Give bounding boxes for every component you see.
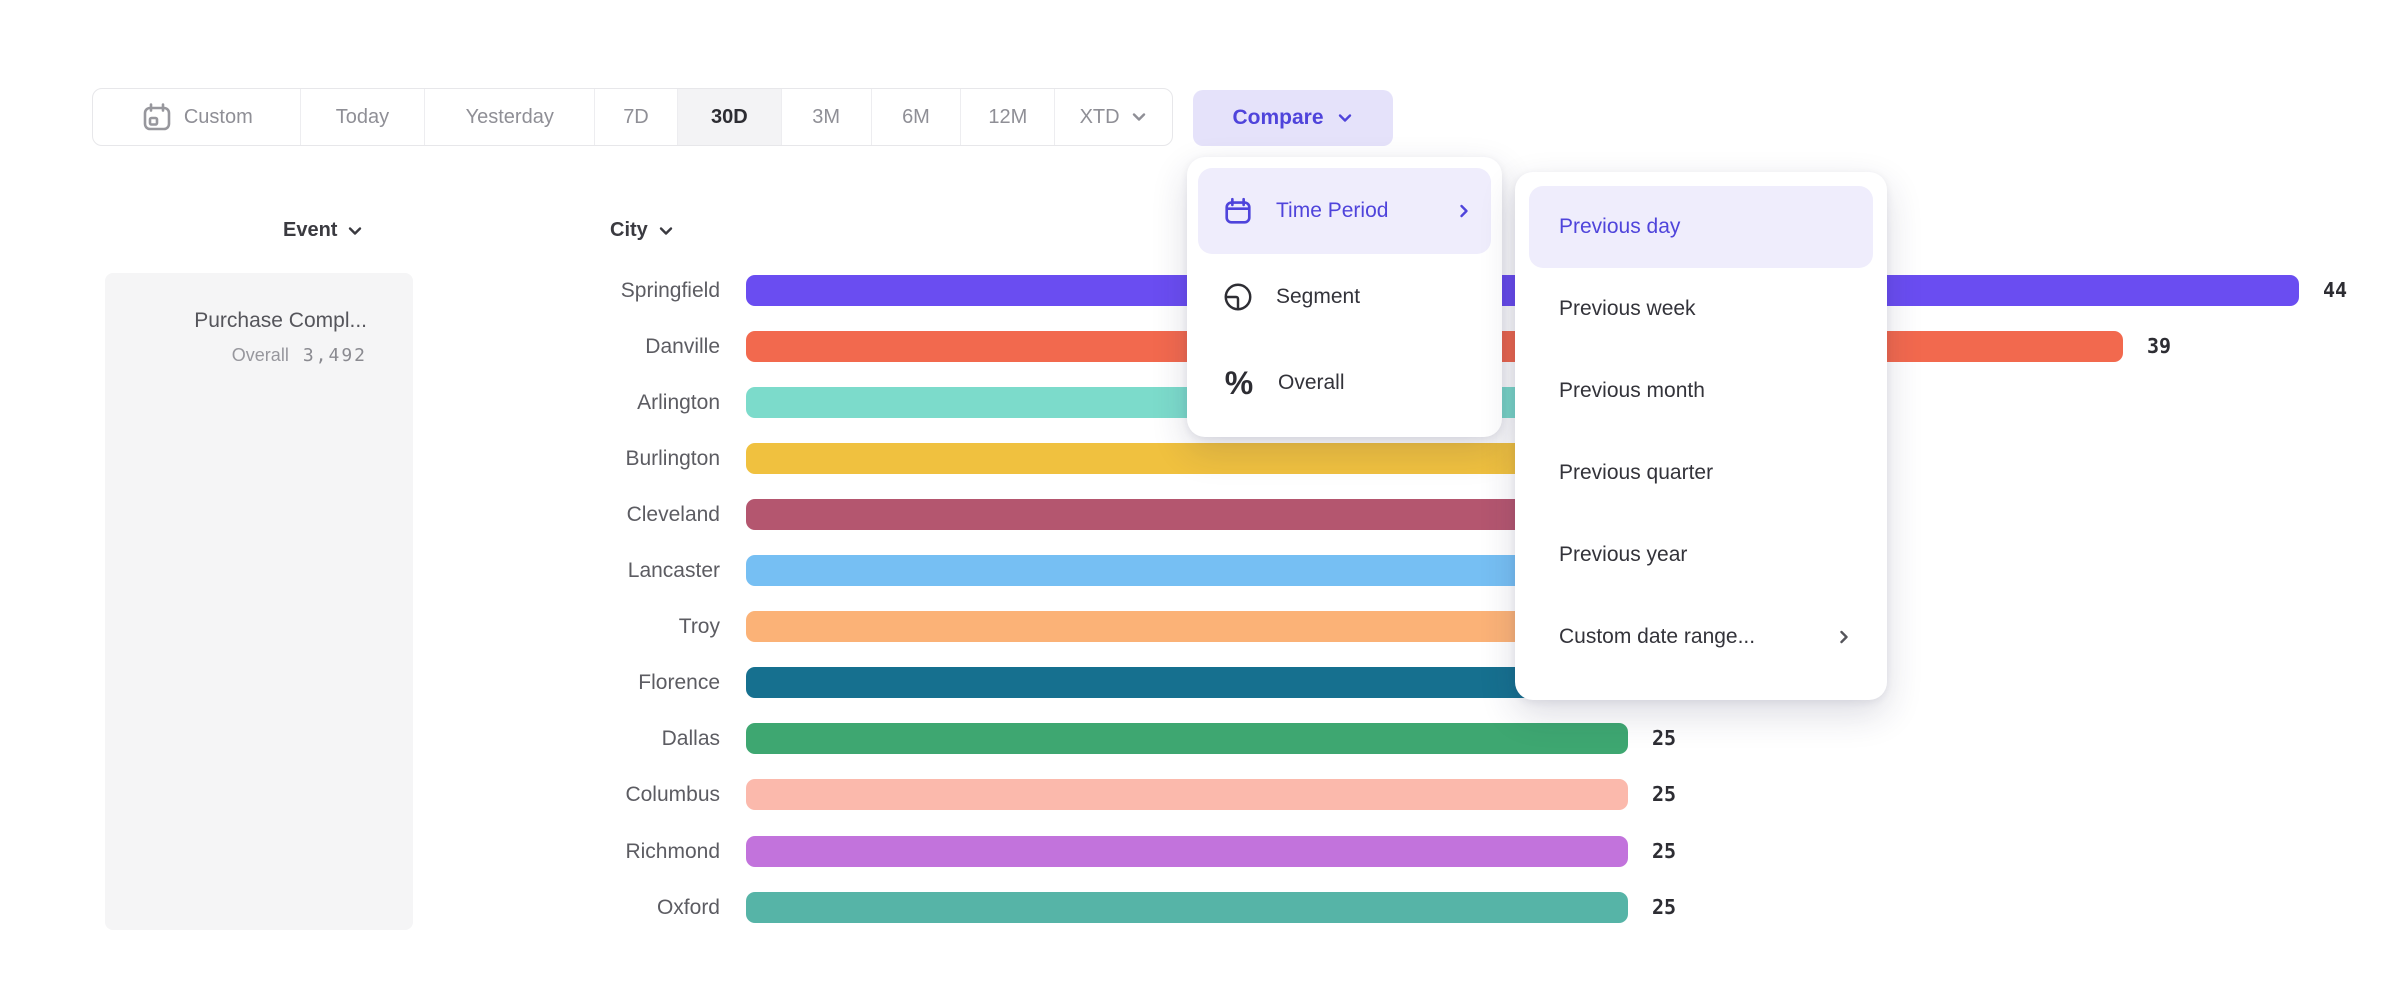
date-range-30d-selected[interactable]: 30D: [678, 89, 782, 145]
menu-item-overall[interactable]: % Overall: [1198, 340, 1491, 426]
segment-icon: [1222, 281, 1254, 313]
bar-label-burlington: Burlington: [480, 443, 720, 474]
bar-value-springfield: 44: [2323, 275, 2347, 306]
chevron-down-icon: [1130, 108, 1148, 126]
compare-button[interactable]: Compare: [1193, 90, 1393, 146]
chevron-right-icon: [1455, 202, 1473, 220]
submenu-item-previous-quarter[interactable]: Previous quarter: [1529, 432, 1873, 514]
percent-icon: %: [1222, 365, 1256, 402]
date-range-toolbar: Custom Today Yesterday 7D 30D 3M 6M 12M …: [92, 88, 1173, 146]
submenu-item-previous-year[interactable]: Previous year: [1529, 514, 1873, 596]
date-range-yesterday[interactable]: Yesterday: [425, 89, 595, 145]
calendar-icon: [140, 100, 174, 134]
bar-label-arlington: Arlington: [480, 387, 720, 418]
bar-label-florence: Florence: [480, 667, 720, 698]
bar-chart: Springfield 44 Danville 39 Arlington Burlingt…: [0, 0, 2394, 1004]
bar-dallas[interactable]: [746, 723, 1628, 754]
date-range-3m[interactable]: 3M: [782, 89, 872, 145]
time-period-submenu: Previous dayPrevious weekPrevious monthP…: [1515, 172, 1887, 700]
bar-value-danville: 39: [2147, 331, 2171, 362]
bar-label-troy: Troy: [480, 611, 720, 642]
bar-label-cleveland: Cleveland: [480, 499, 720, 530]
submenu-item-previous-day[interactable]: Previous day: [1529, 186, 1873, 268]
submenu-item-previous-month[interactable]: Previous month: [1529, 350, 1873, 432]
chevron-right-icon: [1835, 628, 1853, 646]
date-range-custom[interactable]: Custom: [93, 89, 301, 145]
event-column-header[interactable]: Event: [283, 219, 364, 242]
bar-value-richmond: 25: [1652, 836, 1676, 867]
bar-label-columbus: Columbus: [480, 779, 720, 810]
menu-item-time-period[interactable]: Time Period: [1198, 168, 1491, 254]
bar-label-dallas: Dallas: [480, 723, 720, 754]
bar-richmond[interactable]: [746, 836, 1628, 867]
bar-columbus[interactable]: [746, 779, 1628, 810]
bar-value-dallas: 25: [1652, 723, 1676, 754]
date-range-today[interactable]: Today: [301, 89, 426, 145]
menu-item-segment[interactable]: Segment: [1198, 254, 1491, 340]
calendar-icon: [1222, 195, 1254, 227]
date-range-6m[interactable]: 6M: [872, 89, 962, 145]
date-range-xtd[interactable]: XTD: [1055, 89, 1172, 145]
bar-label-danville: Danville: [480, 331, 720, 362]
chevron-down-icon: [1336, 109, 1354, 127]
date-range-7d[interactable]: 7D: [595, 89, 678, 145]
bar-value-columbus: 25: [1652, 779, 1676, 810]
bar-label-richmond: Richmond: [480, 836, 720, 867]
segment-label: Custom: [184, 106, 253, 129]
bar-label-lancaster: Lancaster: [480, 555, 720, 586]
submenu-item-previous-week[interactable]: Previous week: [1529, 268, 1873, 350]
bar-oxford[interactable]: [746, 892, 1628, 923]
city-column-header[interactable]: City: [610, 219, 675, 242]
chevron-down-icon: [346, 222, 364, 240]
bar-value-oxford: 25: [1652, 892, 1676, 923]
compare-menu: Time Period Segment % Overall: [1187, 157, 1502, 437]
bar-label-oxford: Oxford: [480, 892, 720, 923]
bar-label-springfield: Springfield: [480, 275, 720, 306]
chevron-down-icon: [657, 222, 675, 240]
submenu-item-custom-date-range[interactable]: Custom date range...: [1529, 596, 1873, 678]
date-range-12m[interactable]: 12M: [961, 89, 1055, 145]
analytics-page: Custom Today Yesterday 7D 30D 3M 6M 12M …: [0, 0, 2394, 1004]
